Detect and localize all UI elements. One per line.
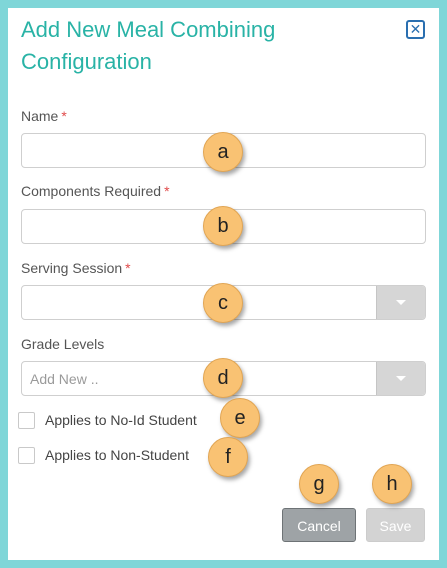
components-required-label: Components Required * [21, 183, 170, 199]
grade-levels-placeholder: Add New .. [30, 371, 99, 387]
components-required-label-text: Components Required [21, 183, 162, 199]
save-button[interactable]: Save [366, 508, 425, 542]
name-label-text: Name [21, 108, 59, 124]
required-mark: * [125, 260, 131, 276]
non-student-label: Applies to Non-Student [45, 447, 189, 463]
cancel-button[interactable]: Cancel [282, 508, 356, 542]
grade-levels-dropdown-button[interactable] [376, 362, 425, 395]
dialog-title: Add New Meal Combining Configuration [21, 17, 276, 74]
no-id-student-label: Applies to No-Id Student [45, 412, 197, 428]
serving-session-dropdown-button[interactable] [376, 286, 425, 319]
callout-badge-c: c [203, 283, 243, 323]
close-icon[interactable]: ✕ [406, 20, 425, 39]
no-id-student-checkbox[interactable] [18, 412, 35, 429]
chevron-down-icon [396, 300, 406, 305]
non-student-checkbox[interactable] [18, 447, 35, 464]
callout-badge-b: b [203, 206, 243, 246]
chevron-down-icon [396, 376, 406, 381]
callout-badge-f: f [208, 437, 248, 477]
callout-badge-e: e [220, 398, 260, 438]
serving-session-label: Serving Session * [21, 260, 131, 276]
callout-badge-d: d [203, 358, 243, 398]
required-mark: * [61, 108, 67, 124]
callout-badge-h: h [372, 464, 412, 504]
serving-session-label-text: Serving Session [21, 260, 123, 276]
name-label: Name * [21, 108, 67, 124]
grade-levels-label-text: Grade Levels [21, 336, 105, 352]
grade-levels-label: Grade Levels [21, 336, 104, 352]
callout-badge-a: a [203, 132, 243, 172]
meal-combining-dialog: Add New Meal Combining Configuration ✕ N… [8, 8, 439, 560]
required-mark: * [164, 183, 170, 199]
callout-badge-g: g [299, 464, 339, 504]
